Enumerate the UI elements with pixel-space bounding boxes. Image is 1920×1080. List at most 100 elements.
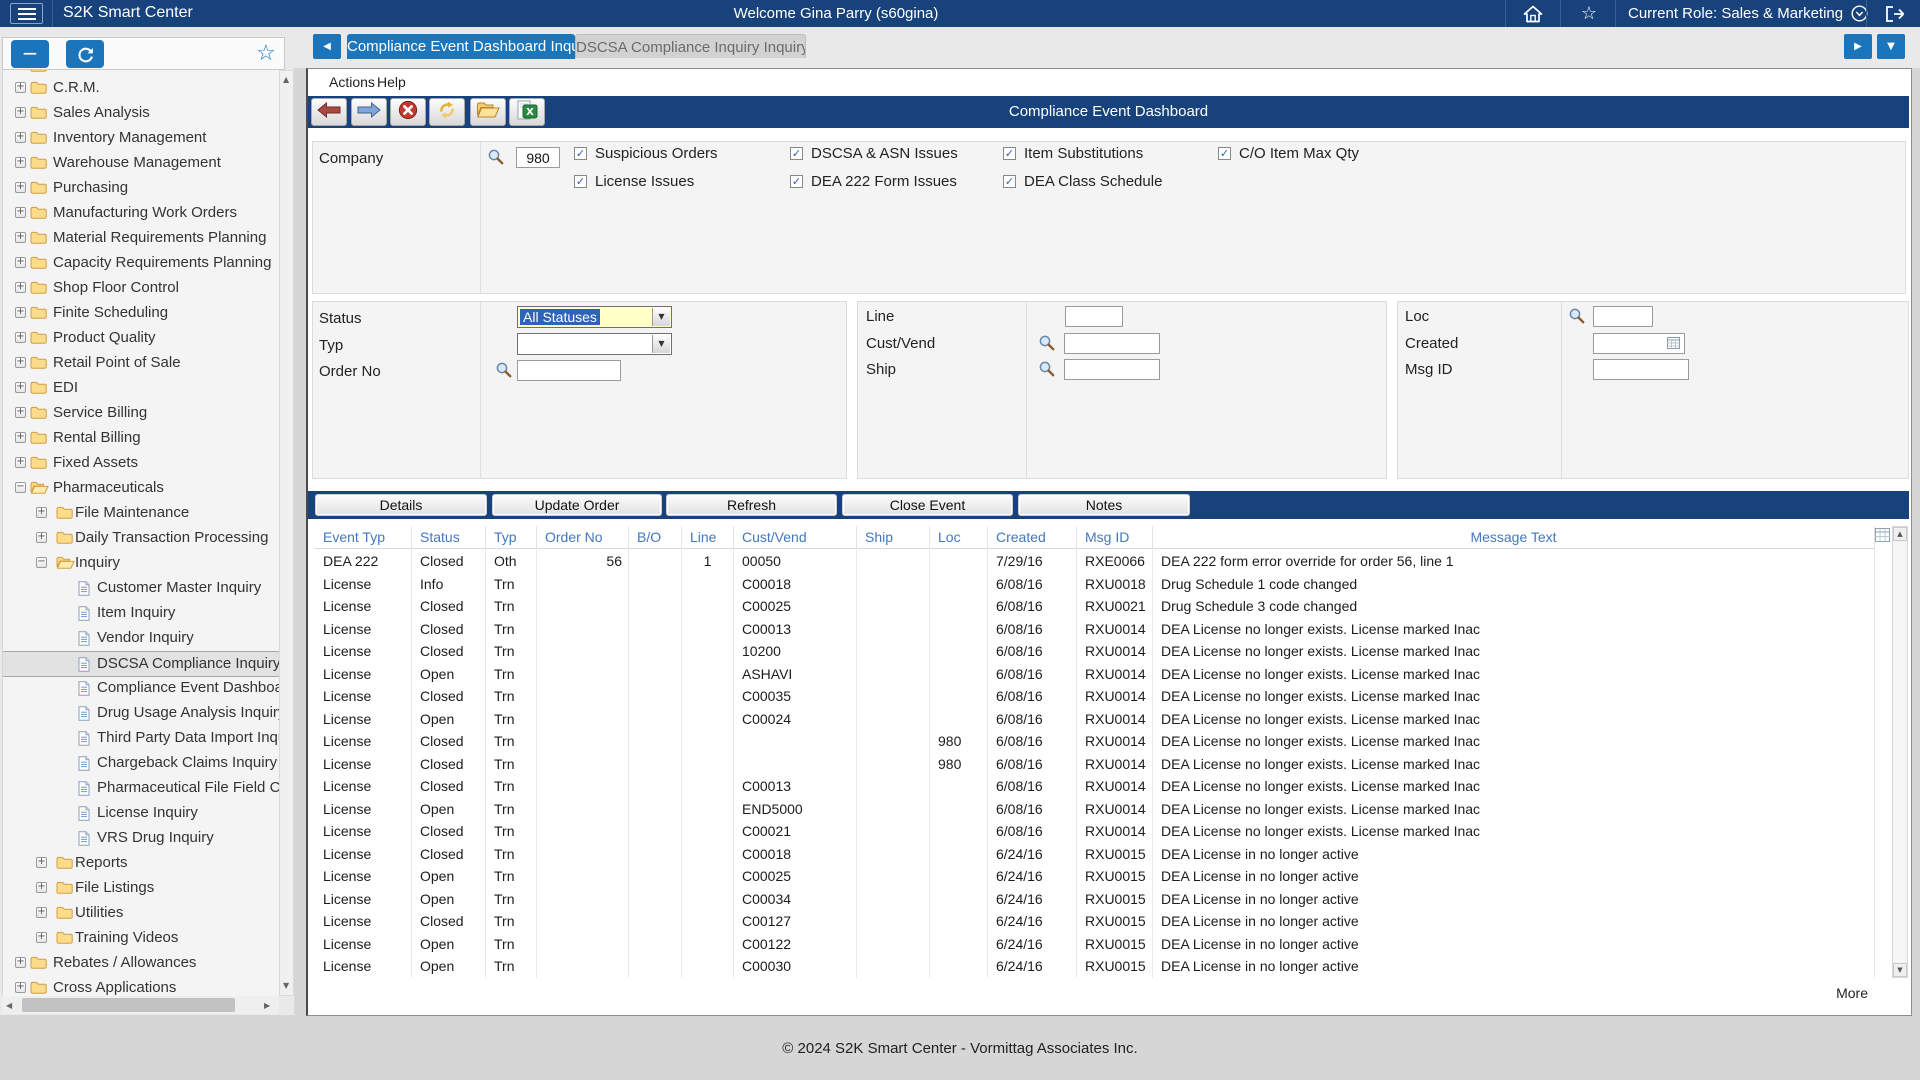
expander-plus-icon[interactable]: +: [15, 982, 26, 993]
expander-plus-icon[interactable]: +: [15, 282, 26, 293]
expander-plus-icon[interactable]: +: [36, 507, 47, 518]
cancel-button[interactable]: [390, 98, 426, 126]
hamburger-menu-icon[interactable]: [10, 3, 43, 24]
tree-item-material-requirements-planning[interactable]: +Material Requirements Planning: [3, 226, 280, 250]
tree-item-c-r-m[interactable]: +C.R.M.: [3, 76, 280, 100]
tree-item-vendor-inquiry[interactable]: Vendor Inquiry: [3, 626, 280, 650]
column-header-b-o[interactable]: B/O: [629, 526, 682, 548]
expander-plus-icon[interactable]: +: [15, 407, 26, 418]
scroll-left-icon[interactable]: ◀: [6, 1001, 12, 1010]
tree-item-finite-scheduling[interactable]: +Finite Scheduling: [3, 301, 280, 325]
current-role-selector[interactable]: Current Role: Sales & Marketing: [1628, 0, 1868, 27]
tree-item-manufacturing-work-orders[interactable]: +Manufacturing Work Orders: [3, 201, 280, 225]
tree-item-rebates-allowances[interactable]: +Rebates / Allowances: [3, 951, 280, 975]
column-header-msg-id[interactable]: Msg ID: [1077, 526, 1153, 548]
table-vertical-scrollbar[interactable]: ▲ ▼: [1892, 526, 1908, 978]
scroll-right-icon[interactable]: ▶: [264, 1001, 270, 1010]
tree-item-file-listings[interactable]: +File Listings: [3, 876, 280, 900]
tree-item-drug-usage-analysis-inquiry[interactable]: Drug Usage Analysis Inquiry: [3, 701, 280, 725]
update-order-button[interactable]: Update Order: [492, 494, 662, 516]
expander-plus-icon[interactable]: +: [15, 257, 26, 268]
tree-item-sales-analysis[interactable]: +Sales Analysis: [3, 101, 280, 125]
tree-item-customer-master-inquiry[interactable]: Customer Master Inquiry: [3, 576, 280, 600]
expander-minus-icon[interactable]: −: [15, 482, 26, 493]
collapse-tree-button[interactable]: −: [11, 40, 49, 68]
tree-item-item-inquiry[interactable]: Item Inquiry: [3, 601, 280, 625]
table-row[interactable]: LicenseOpenTrnC000346/24/16RXU0015DEA Li…: [315, 888, 1875, 911]
table-row[interactable]: LicenseOpenTrnC001226/24/16RXU0015DEA Li…: [315, 933, 1875, 956]
line-input[interactable]: [1065, 306, 1123, 327]
cust-vend-input[interactable]: [1064, 333, 1160, 354]
expander-plus-icon[interactable]: +: [36, 857, 47, 868]
logout-icon[interactable]: [1880, 4, 1910, 24]
ship-input[interactable]: [1064, 359, 1160, 380]
favorite-outline-icon[interactable]: ☆: [256, 41, 276, 67]
column-header-cust-vend[interactable]: Cust/Vend: [734, 526, 857, 548]
column-header-order-no[interactable]: Order No: [537, 526, 629, 548]
checkbox-checked-icon[interactable]: ✓: [574, 175, 587, 188]
tree-item-purchasing[interactable]: +Purchasing: [3, 176, 280, 200]
table-row[interactable]: LicenseClosedTrn9806/08/16RXU0014DEA Lic…: [315, 730, 1875, 753]
tree-item-warehouse-management[interactable]: +Warehouse Management: [3, 151, 280, 175]
checkbox-checked-icon[interactable]: ✓: [1003, 175, 1016, 188]
msg-id-input[interactable]: [1593, 359, 1689, 380]
column-header-message-text[interactable]: Message Text: [1153, 526, 1875, 548]
expander-plus-icon[interactable]: +: [15, 307, 26, 318]
open-folder-button[interactable]: [470, 98, 506, 126]
column-header-created[interactable]: Created: [988, 526, 1077, 548]
grid-settings-icon[interactable]: [1875, 528, 1890, 542]
scroll-down-icon[interactable]: ▼: [1893, 963, 1907, 977]
column-header-event-typ[interactable]: Event Typ: [315, 526, 412, 548]
refresh-tree-button[interactable]: [66, 40, 104, 68]
table-row[interactable]: LicenseOpenTrnC000256/24/16RXU0015DEA Li…: [315, 865, 1875, 888]
refresh-button[interactable]: Refresh: [666, 494, 837, 516]
expander-plus-icon[interactable]: +: [15, 432, 26, 443]
ship-search-icon[interactable]: [1038, 360, 1055, 377]
expander-plus-icon[interactable]: +: [36, 882, 47, 893]
checkbox-checked-icon[interactable]: ✓: [574, 147, 587, 160]
tab-scroll-right-icon[interactable]: ▶: [1844, 34, 1872, 59]
tree-item-service-billing[interactable]: +Service Billing: [3, 401, 280, 425]
tree-item-edi[interactable]: +EDI: [3, 376, 280, 400]
tab-list-dropdown-icon[interactable]: ▼: [1877, 34, 1905, 59]
tab-compliance-event-dashboard-inquiry[interactable]: Compliance Event Dashboard Inquiry: [347, 34, 575, 59]
tree-item-reports[interactable]: +Reports: [3, 851, 280, 875]
column-header-status[interactable]: Status: [412, 526, 486, 548]
forward-arrow-button[interactable]: [351, 98, 387, 126]
tree-item-fixed-assets[interactable]: +Fixed Assets: [3, 451, 280, 475]
table-row[interactable]: LicenseClosedTrnC000136/08/16RXU0014DEA …: [315, 775, 1875, 798]
loc-input[interactable]: [1593, 306, 1653, 327]
tree-item-file-maintenance[interactable]: +File Maintenance: [3, 501, 280, 525]
details-button[interactable]: Details: [315, 494, 487, 516]
tab-dscsa-compliance-inquiry-inquiry[interactable]: DSCSA Compliance Inquiry Inquiry: [575, 34, 806, 58]
table-row[interactable]: LicenseClosedTrnC000256/08/16RXU0021Drug…: [315, 595, 1875, 618]
order-no-search-icon[interactable]: [495, 361, 512, 378]
tree-item-compliance-event-dashboard[interactable]: Compliance Event Dashboard: [3, 676, 280, 700]
expander-plus-icon[interactable]: +: [15, 382, 26, 393]
column-header-loc[interactable]: Loc: [930, 526, 988, 548]
tree-item-retail-point-of-sale[interactable]: +Retail Point of Sale: [3, 351, 280, 375]
menu-actions[interactable]: Actions: [329, 74, 375, 90]
table-row[interactable]: LicenseClosedTrnC000356/08/16RXU0014DEA …: [315, 685, 1875, 708]
chevron-down-icon[interactable]: ▼: [652, 335, 670, 353]
calendar-icon[interactable]: [1667, 336, 1682, 351]
expander-plus-icon[interactable]: +: [36, 532, 47, 543]
tree-item-product-quality[interactable]: +Product Quality: [3, 326, 280, 350]
tree-item-dscsa-compliance-inquiry[interactable]: DSCSA Compliance Inquiry: [3, 651, 280, 677]
scroll-down-icon[interactable]: ▼: [283, 981, 289, 990]
expander-plus-icon[interactable]: +: [15, 357, 26, 368]
expander-plus-icon[interactable]: +: [15, 132, 26, 143]
checkbox-checked-icon[interactable]: ✓: [1218, 147, 1231, 160]
table-row[interactable]: LicenseClosedTrnC000186/24/16RXU0015DEA …: [315, 843, 1875, 866]
checkbox-checked-icon[interactable]: ✓: [790, 147, 803, 160]
tree-item-inquiry[interactable]: −Inquiry: [3, 551, 280, 575]
column-header-line[interactable]: Line: [682, 526, 734, 548]
expander-plus-icon[interactable]: +: [15, 82, 26, 93]
table-row[interactable]: LicenseClosedTrnC000216/08/16RXU0014DEA …: [315, 820, 1875, 843]
table-row[interactable]: LicenseClosedTrn102006/08/16RXU0014DEA L…: [315, 640, 1875, 663]
tree-item-training-videos[interactable]: +Training Videos: [3, 926, 280, 950]
expander-plus-icon[interactable]: +: [15, 207, 26, 218]
table-row[interactable]: LicenseClosedTrnC001276/24/16RXU0015DEA …: [315, 910, 1875, 933]
table-row[interactable]: LicenseOpenTrnEND50006/08/16RXU0014DEA L…: [315, 798, 1875, 821]
favorites-star-icon[interactable]: ☆: [1576, 2, 1602, 25]
